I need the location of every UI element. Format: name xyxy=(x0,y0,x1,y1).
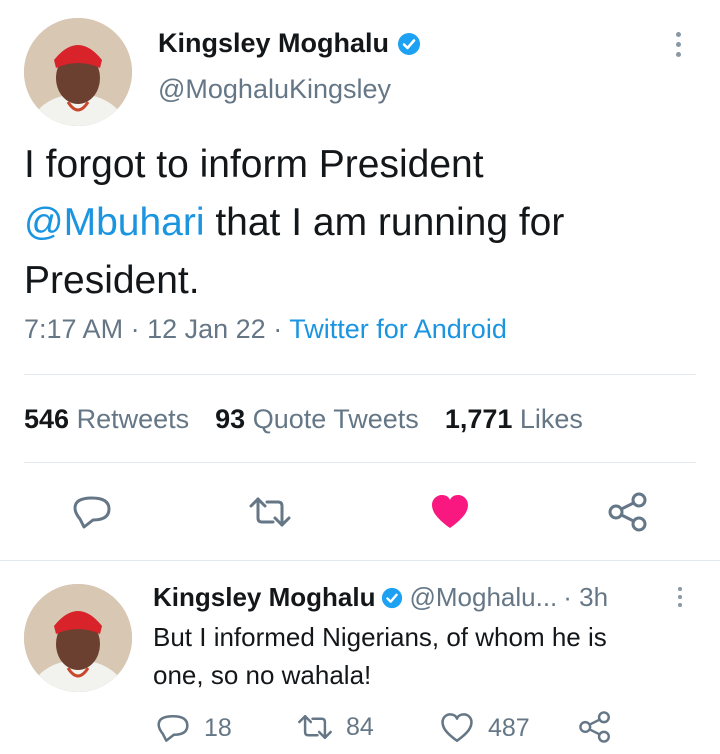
retweets-stat[interactable]: 546 Retweets xyxy=(24,404,189,435)
share-icon[interactable] xyxy=(606,490,650,534)
verified-badge-icon xyxy=(381,587,403,609)
mention-link[interactable]: @Mbuhari xyxy=(24,201,205,244)
retweet-icon[interactable] xyxy=(296,712,334,742)
retweet-count: 84 xyxy=(346,712,374,741)
tweet-time[interactable]: 7:17 AM xyxy=(24,314,123,344)
reply-like-action[interactable]: 487 xyxy=(440,712,530,744)
like-count: 487 xyxy=(488,713,530,742)
divider xyxy=(24,374,696,375)
tweet-meta: 7:17 AM · 12 Jan 22 · Twitter for Androi… xyxy=(24,314,507,344)
reply-more-options-icon[interactable] xyxy=(678,587,682,607)
divider xyxy=(0,560,720,561)
more-options-icon[interactable] xyxy=(676,32,681,57)
reply-header: Kingsley Moghalu @Moghalu... · 3h xyxy=(153,582,608,613)
reply-retweet-action[interactable]: 84 xyxy=(296,712,374,742)
verified-badge-icon xyxy=(397,32,421,56)
reply-author-handle[interactable]: @Moghalu... xyxy=(409,582,557,613)
likes-stat[interactable]: 1,771 Likes xyxy=(445,404,583,435)
like-icon[interactable] xyxy=(428,492,472,532)
reply-author-name[interactable]: Kingsley Moghalu xyxy=(153,582,375,613)
tweet-stats: 546 Retweets 93 Quote Tweets 1,771 Likes xyxy=(24,404,583,435)
reply-reply-action[interactable]: 18 xyxy=(156,712,232,744)
reply-share-icon[interactable] xyxy=(578,710,612,744)
author-avatar[interactable] xyxy=(24,18,132,126)
retweet-icon[interactable] xyxy=(246,492,294,532)
tweet-date[interactable]: 12 Jan 22 xyxy=(147,314,266,344)
author-handle[interactable]: @MoghaluKingsley xyxy=(158,74,391,105)
reply-count: 18 xyxy=(204,713,232,742)
divider xyxy=(24,462,696,463)
quotes-stat[interactable]: 93 Quote Tweets xyxy=(215,404,419,435)
reply-icon[interactable] xyxy=(156,712,190,744)
reply-age[interactable]: · 3h xyxy=(563,582,608,613)
reply-author-avatar[interactable] xyxy=(24,584,132,692)
tweet-text: I forgot to inform President @Mbuhari th… xyxy=(24,143,565,302)
heart-outline-icon[interactable] xyxy=(440,712,474,744)
reply-text: But I informed Nigerians, of whom he is … xyxy=(153,622,607,690)
tweet-source[interactable]: Twitter for Android xyxy=(289,314,507,344)
reply-icon[interactable] xyxy=(70,492,114,532)
author-name[interactable]: Kingsley Moghalu xyxy=(158,28,389,59)
